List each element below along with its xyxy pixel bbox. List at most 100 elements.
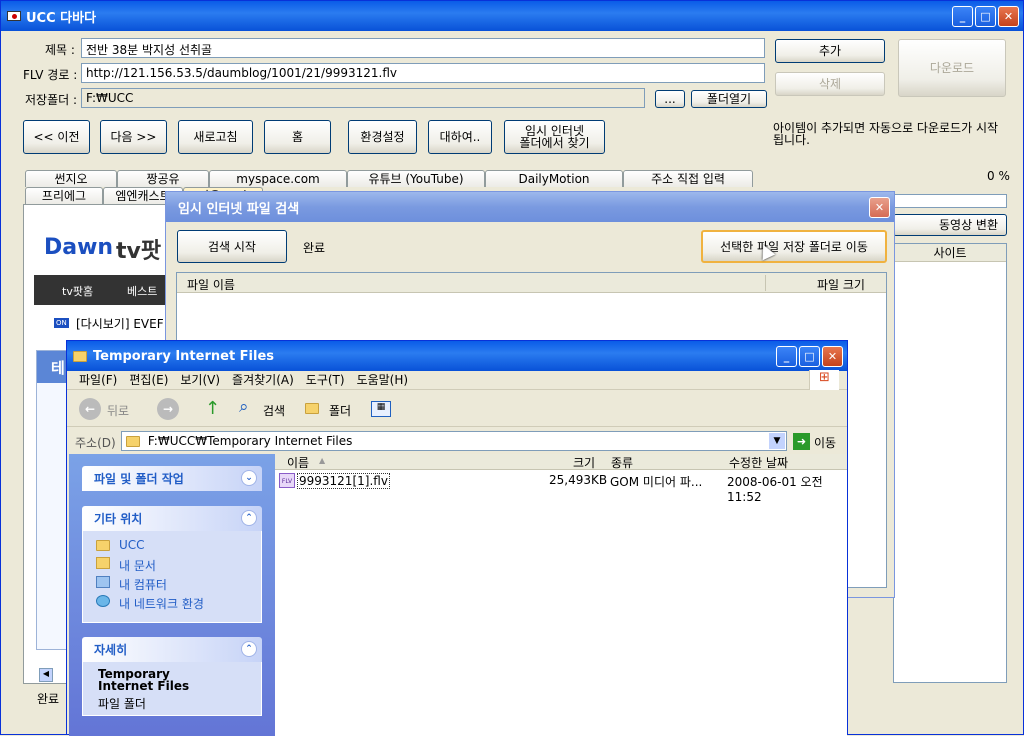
menu-edit[interactable]: 편집(E) — [129, 371, 168, 388]
tab-youtube[interactable]: 유튜브 (YouTube) — [347, 170, 485, 187]
info-text: 아이템이 추가되면 자동으로 다운로드가 시작됩니다. — [773, 121, 999, 147]
tvpot-label: tv팟 — [116, 239, 162, 264]
menu-file[interactable]: 파일(F) — [79, 371, 117, 388]
maximize-icon[interactable]: □ — [975, 6, 996, 27]
home-button[interactable]: 홈 — [264, 120, 331, 154]
folder-input[interactable]: F:₩UCC — [81, 88, 645, 108]
search-titlebar[interactable]: 임시 인터넷 파일 검색 ✕ — [166, 192, 894, 222]
search-list-header: 파일 이름 파일 크기 — [177, 273, 886, 293]
windows-logo-icon: ⊞ — [809, 370, 839, 390]
menu-favorites[interactable]: 즐겨찾기(A) — [232, 371, 294, 388]
close-icon[interactable]: ✕ — [869, 197, 890, 218]
col-file-size[interactable]: 파일 크기 — [817, 276, 865, 293]
main-title: UCC 다바다 — [26, 10, 97, 26]
chevron-down-icon[interactable]: ⌄ — [241, 470, 257, 486]
col-file-name[interactable]: 파일 이름 — [187, 276, 235, 293]
folders-icon[interactable] — [305, 403, 319, 414]
col-name[interactable]: 이름 — [287, 454, 309, 471]
tab-dailymotion[interactable]: DailyMotion — [485, 170, 623, 187]
minimize-icon[interactable]: _ — [776, 346, 797, 367]
folder-icon — [96, 540, 110, 551]
details-body: Temporary Internet Files 파일 폴더 — [82, 662, 262, 716]
flv-label: FLV 경로 : — [23, 68, 78, 82]
search-icon[interactable]: ⌕ — [239, 397, 249, 417]
place-network[interactable]: 내 네트워크 환경 — [119, 595, 204, 612]
back-label[interactable]: 뒤로 — [107, 402, 129, 419]
prev-button[interactable]: << 이전 — [23, 120, 90, 154]
find-temp-button[interactable]: 임시 인터넷 폴더에서 찾기 — [504, 120, 605, 154]
up-folder-icon[interactable]: ↑ — [205, 398, 220, 419]
web-nav-best[interactable]: 베스트 — [127, 283, 157, 299]
col-size[interactable]: 크기 — [573, 454, 595, 471]
col-type[interactable]: 종류 — [611, 454, 633, 471]
go-icon[interactable]: ➜ — [793, 433, 810, 450]
close-icon[interactable]: ✕ — [822, 346, 843, 367]
details-header[interactable]: 자세히 ⌃ — [82, 637, 262, 662]
convert-button[interactable]: 동영상 변환 — [893, 214, 1007, 236]
place-ucc[interactable]: UCC — [119, 538, 145, 552]
address-folder-icon — [126, 436, 140, 447]
hscroll-left[interactable]: ◀ — [39, 668, 53, 682]
explorer-titlebar[interactable]: Temporary Internet Files _ □ ✕ — [67, 341, 847, 371]
tab-myspace[interactable]: myspace.com — [209, 170, 347, 187]
address-value: F:₩UCC₩Temporary Internet Files — [147, 434, 353, 448]
file-row[interactable]: FLV 9993121[1].flv 25,493KB GOM 미디어 파...… — [275, 472, 847, 504]
address-label: 주소(D) — [75, 436, 116, 450]
dots-button[interactable]: ... — [655, 90, 685, 108]
menu-tools[interactable]: 도구(T) — [306, 371, 345, 388]
tab-zzang[interactable]: 짱공유 — [117, 170, 209, 187]
tab-direct[interactable]: 주소 직접 입력 — [623, 170, 753, 187]
col-modified[interactable]: 수정한 날짜 — [729, 454, 788, 471]
list-gray-area — [507, 471, 847, 736]
place-my-computer[interactable]: 내 컴퓨터 — [119, 576, 167, 593]
address-input[interactable]: F:₩UCC₩Temporary Internet Files ▼ — [121, 431, 787, 451]
views-icon[interactable]: ▦ — [371, 401, 391, 417]
search-start-button[interactable]: 검색 시작 — [177, 230, 287, 263]
chevron-up-icon[interactable]: ⌃ — [241, 510, 257, 526]
forward-icon[interactable]: → — [157, 398, 179, 420]
about-button[interactable]: 대하여.. — [428, 120, 492, 154]
next-button[interactable]: 다음 >> — [100, 120, 167, 154]
close-icon[interactable]: ✕ — [998, 6, 1019, 27]
chevron-down-icon[interactable]: ▼ — [769, 433, 785, 449]
site-column-header[interactable]: 사이트 — [894, 244, 1006, 262]
folders-label[interactable]: 폴더 — [329, 402, 351, 419]
toolbar: ← 뒤로 → ↑ ⌕ 검색 폴더 ▦ — [67, 391, 847, 427]
file-type: GOM 미디어 파... — [610, 475, 703, 489]
file-size: 25,493KB — [549, 473, 608, 487]
other-places-body: UCC 내 문서 내 컴퓨터 내 네트워크 환경 — [82, 531, 262, 623]
file-name[interactable]: 9993121[1].flv — [297, 473, 390, 489]
tab-freeegg[interactable]: 프리에그 — [25, 187, 103, 204]
settings-button[interactable]: 환경설정 — [348, 120, 417, 154]
go-label[interactable]: 이동 — [814, 434, 836, 451]
menu-view[interactable]: 보기(V) — [180, 371, 220, 388]
menu-help[interactable]: 도움말(H) — [357, 371, 409, 388]
search-label[interactable]: 검색 — [263, 402, 285, 419]
flv-input[interactable]: http://121.156.53.5/daumblog/1001/21/999… — [81, 63, 765, 83]
add-button[interactable]: 추가 — [775, 39, 885, 63]
sort-up-icon: ▲ — [319, 456, 326, 465]
replay-link[interactable]: [다시보기] EVEF — [76, 315, 164, 332]
minimize-icon[interactable]: _ — [952, 6, 973, 27]
list-panel: 사이트 — [893, 243, 1007, 683]
explorer-window: Temporary Internet Files _ □ ✕ 파일(F) 편집(… — [66, 340, 848, 736]
move-to-folder-button[interactable]: 선택한 파일 저장 폴더로 이동 — [701, 230, 887, 263]
delete-button[interactable]: 삭제 — [775, 72, 885, 96]
place-my-documents[interactable]: 내 문서 — [119, 557, 156, 574]
chevron-up-icon[interactable]: ⌃ — [241, 641, 257, 657]
open-folder-button[interactable]: 폴더열기 — [691, 90, 767, 108]
address-bar: 주소(D) F:₩UCC₩Temporary Internet Files ▼ … — [67, 429, 847, 453]
details-type: 파일 폴더 — [98, 697, 146, 711]
tab-sunjio[interactable]: 썬지오 — [25, 170, 117, 187]
web-nav: tv팟홈 베스트 — [34, 275, 182, 305]
other-places-header[interactable]: 기타 위치 ⌃ — [82, 506, 262, 531]
main-titlebar[interactable]: UCC 다바다 _ □ ✕ — [1, 1, 1023, 31]
maximize-icon[interactable]: □ — [799, 346, 820, 367]
folder-icon — [73, 350, 87, 362]
download-button[interactable]: 다운로드 — [898, 39, 1006, 97]
tasks-header[interactable]: 파일 및 폴더 작업 ⌄ — [82, 466, 262, 491]
title-input[interactable]: 전반 38분 박지성 선취골 — [81, 38, 765, 58]
refresh-button[interactable]: 새로고침 — [178, 120, 253, 154]
web-nav-home[interactable]: tv팟홈 — [62, 283, 93, 299]
back-icon[interactable]: ← — [79, 398, 101, 420]
